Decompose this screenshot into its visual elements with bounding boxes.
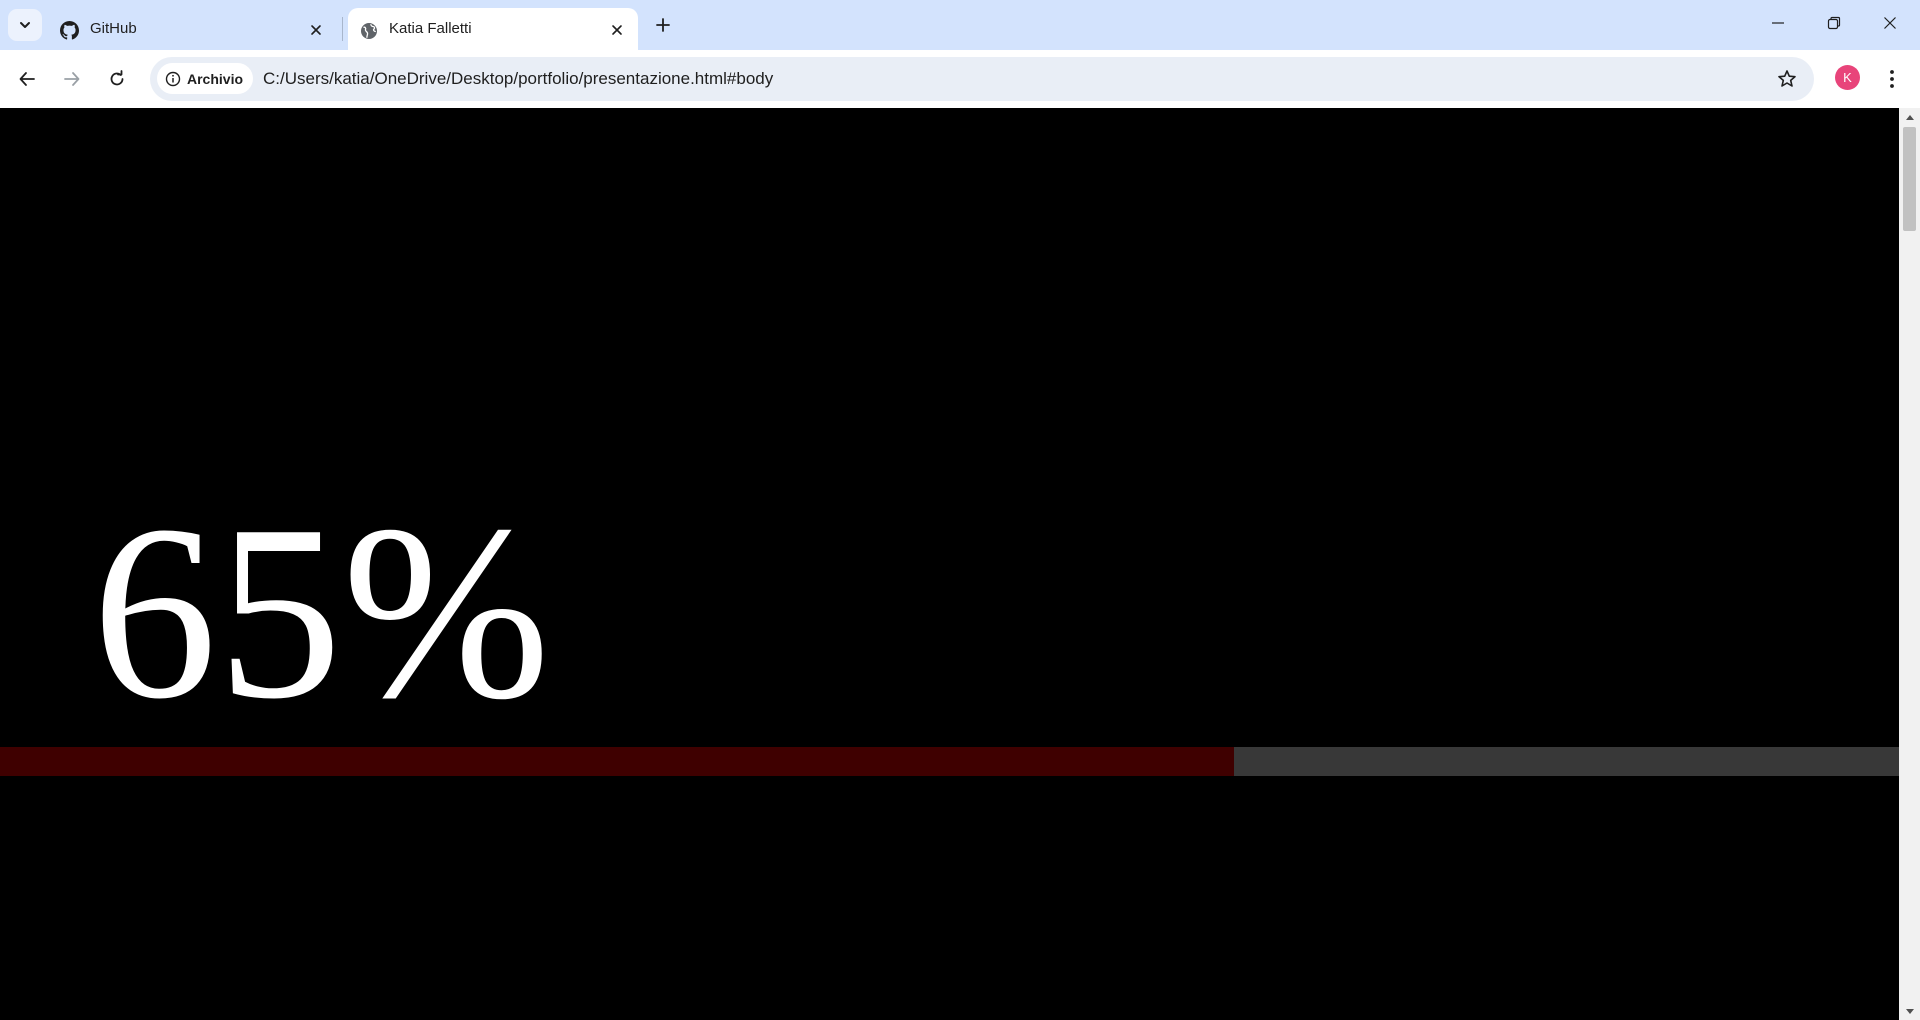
progress-percentage: 65% bbox=[92, 474, 551, 751]
tab-search-button[interactable] bbox=[8, 9, 42, 41]
close-icon bbox=[1884, 17, 1896, 29]
site-info-label: Archivio bbox=[187, 70, 244, 87]
new-tab-button[interactable] bbox=[650, 10, 676, 40]
scrollbar-thumb[interactable] bbox=[1903, 127, 1916, 231]
more-vertical-icon bbox=[1890, 70, 1894, 88]
tab-title: Katia Falletti bbox=[389, 20, 472, 37]
arrow-left-icon bbox=[19, 72, 35, 86]
progress-bar-fill bbox=[0, 747, 1235, 776]
minimize-icon bbox=[1772, 22, 1784, 24]
globe-icon bbox=[359, 21, 378, 40]
progress-bar bbox=[0, 747, 1899, 776]
info-icon bbox=[165, 71, 181, 86]
restore-button[interactable] bbox=[1806, 0, 1862, 46]
page-content: 65% bbox=[0, 108, 1899, 1020]
plus-icon bbox=[656, 18, 670, 32]
site-info-chip[interactable]: Archivio bbox=[157, 63, 254, 94]
back-button[interactable] bbox=[11, 63, 43, 95]
scroll-down-arrow[interactable] bbox=[1899, 1003, 1920, 1020]
scroll-up-arrow[interactable] bbox=[1899, 108, 1920, 125]
tab-separator bbox=[342, 17, 343, 41]
tab-title: GitHub bbox=[90, 20, 137, 37]
close-icon[interactable] bbox=[606, 19, 628, 41]
reload-button[interactable] bbox=[101, 63, 133, 95]
arrow-right-icon bbox=[64, 72, 80, 86]
close-window-button[interactable] bbox=[1862, 0, 1918, 46]
profile-avatar[interactable]: K bbox=[1835, 65, 1860, 90]
url-text[interactable]: C:/Users/katia/OneDrive/Desktop/portfoli… bbox=[263, 69, 773, 89]
reload-icon bbox=[110, 70, 124, 86]
tab-katia-falletti[interactable]: Katia Falletti bbox=[348, 8, 638, 50]
bookmark-button[interactable] bbox=[1776, 68, 1798, 90]
profile-initial: K bbox=[1843, 70, 1852, 85]
minimize-button[interactable] bbox=[1750, 0, 1806, 46]
tab-strip: GitHub Katia Falletti bbox=[0, 0, 1920, 50]
browser-menu-button[interactable] bbox=[1879, 63, 1905, 95]
star-icon bbox=[1778, 70, 1796, 87]
triangle-down-icon bbox=[1905, 1008, 1914, 1014]
browser-window: GitHub Katia Falletti Archivio C:/Users/… bbox=[0, 0, 1920, 1020]
forward-button[interactable] bbox=[56, 63, 88, 95]
address-bar[interactable]: Archivio C:/Users/katia/OneDrive/Desktop… bbox=[150, 57, 1814, 101]
triangle-up-icon bbox=[1905, 114, 1914, 120]
github-icon bbox=[60, 21, 79, 40]
chevron-down-icon bbox=[20, 22, 30, 28]
vertical-scrollbar[interactable] bbox=[1899, 108, 1920, 1020]
browser-toolbar: Archivio C:/Users/katia/OneDrive/Desktop… bbox=[0, 50, 1920, 108]
restore-icon bbox=[1827, 16, 1841, 30]
tab-github[interactable]: GitHub bbox=[49, 8, 337, 50]
close-icon[interactable] bbox=[305, 19, 327, 41]
